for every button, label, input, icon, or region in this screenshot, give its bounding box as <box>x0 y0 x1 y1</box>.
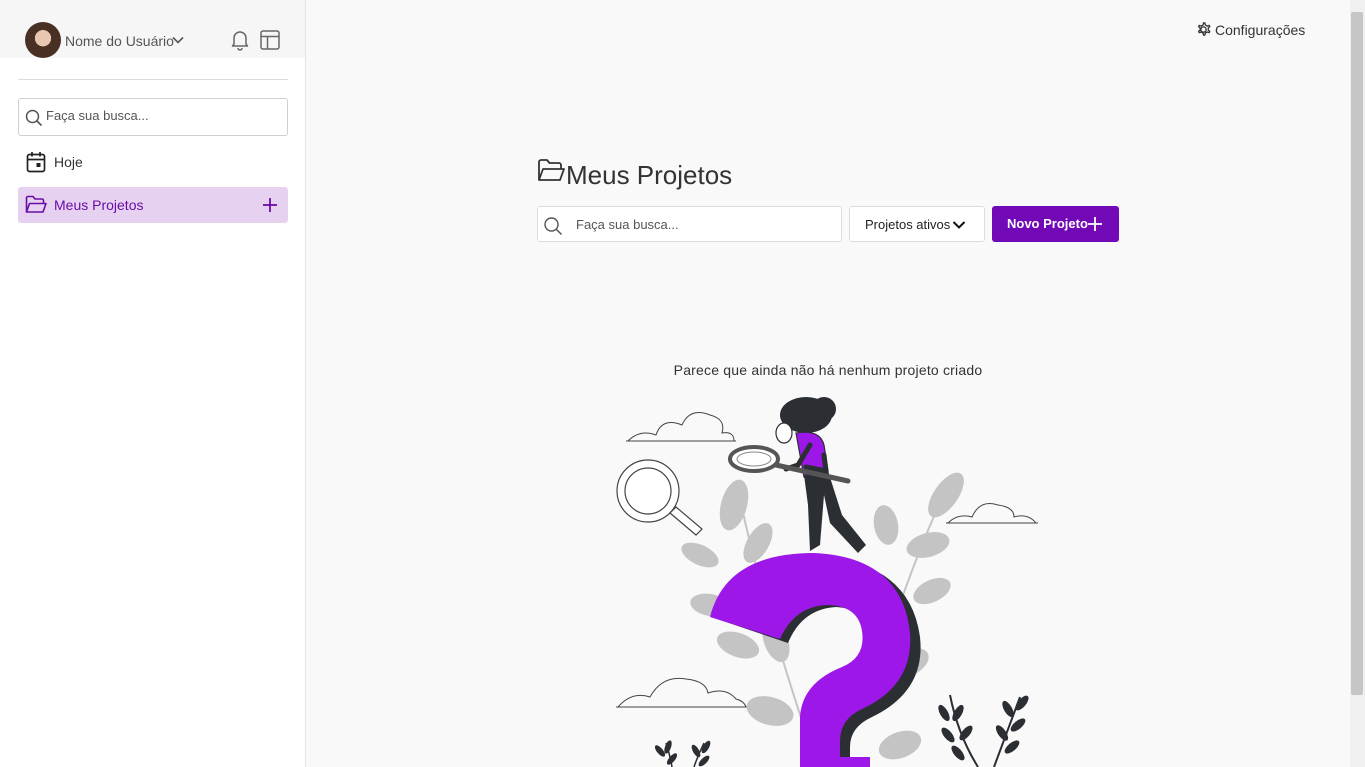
calendar-icon <box>26 152 46 173</box>
user-avatar[interactable] <box>25 22 61 58</box>
folder-open-icon <box>25 195 47 213</box>
cloud-shape <box>946 503 1038 524</box>
magnifier-handle <box>669 506 703 536</box>
project-search-input[interactable] <box>576 217 826 232</box>
sidebar-search-input[interactable] <box>46 108 276 123</box>
search-icon <box>544 217 563 236</box>
empty-state-illustration <box>616 397 1038 767</box>
sidebar-item-meus-projetos[interactable]: Meus Projetos <box>18 187 288 223</box>
woman-figure <box>728 397 866 553</box>
plus-icon <box>1088 217 1102 231</box>
gear-icon <box>1197 22 1211 36</box>
sidebar: Nome do Usuário Hoje Meus Projetos <box>0 0 306 767</box>
hair-bun <box>812 397 836 421</box>
face <box>775 422 793 444</box>
sidebar-item-label: Meus Projetos <box>54 197 144 213</box>
search-icon <box>25 109 43 127</box>
sidebar-item-label: Hoje <box>54 154 83 170</box>
settings-label: Configurações <box>1215 22 1306 38</box>
bell-icon[interactable] <box>230 29 250 51</box>
cloud-shape <box>626 412 735 442</box>
plants-right <box>938 694 1029 767</box>
page-title-text: Meus Projetos <box>566 160 733 190</box>
user-header: Nome do Usuário <box>0 0 305 58</box>
legs <box>804 471 866 553</box>
new-project-button[interactable]: Novo Projeto <box>992 206 1119 242</box>
project-search[interactable] <box>537 206 842 242</box>
chevron-down-icon <box>952 221 966 229</box>
cloud-shape <box>616 677 747 708</box>
held-magnifier-lens <box>736 451 772 467</box>
question-mark <box>710 553 911 767</box>
question-mark-base <box>800 757 870 767</box>
folder-open-icon <box>538 159 565 181</box>
scrollbar-thumb[interactable] <box>1351 12 1363 695</box>
new-project-label: Novo Projeto <box>1007 216 1088 231</box>
plants-left <box>654 740 711 767</box>
sidebar-search[interactable] <box>18 98 288 136</box>
filter-label: Projetos ativos <box>865 217 951 232</box>
user-name[interactable]: Nome do Usuário <box>65 33 174 49</box>
project-filter-dropdown[interactable]: Projetos ativos <box>849 206 985 242</box>
plus-icon[interactable] <box>261 196 279 214</box>
sidebar-divider <box>18 79 288 80</box>
layout-sidebar-icon[interactable] <box>259 29 281 51</box>
empty-state-message: Parece que ainda não há nenhum projeto c… <box>673 362 983 378</box>
chevron-down-icon[interactable] <box>171 33 185 47</box>
sidebar-item-hoje[interactable]: Hoje <box>18 146 288 178</box>
